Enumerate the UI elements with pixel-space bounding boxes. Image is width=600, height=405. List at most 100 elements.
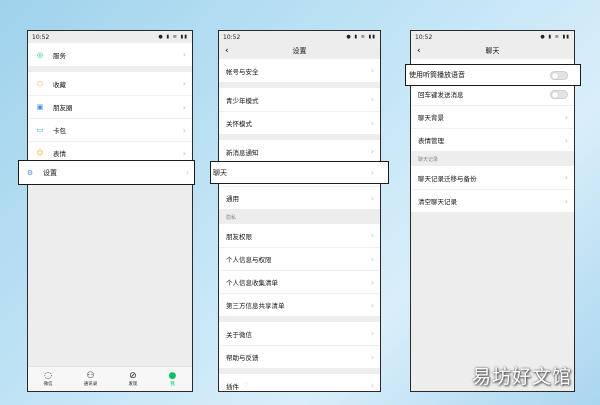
me-row-favorites[interactable]: ⬡ 收藏 › xyxy=(28,72,192,95)
chevron-right-icon: › xyxy=(185,168,189,177)
chevron-right-icon: › xyxy=(370,118,374,128)
chevron-right-icon: › xyxy=(182,102,186,112)
row-label: 通用 xyxy=(226,195,239,203)
page-title: 聊天 xyxy=(485,47,500,55)
row-label: 帮助与反馈 xyxy=(226,354,259,362)
row-label: 表情管理 xyxy=(418,137,444,145)
nav-bar: ‹ 聊天 xyxy=(411,43,574,59)
chevron-right-icon: › xyxy=(370,66,374,75)
section-header-privacy: 隐私 xyxy=(226,215,237,221)
chat-label: 聊天 xyxy=(213,168,227,177)
contacts-icon: ⚇ xyxy=(86,371,95,381)
settings-row-plugins[interactable]: 插件 ♡ › xyxy=(219,374,380,391)
tab-label: 发现 xyxy=(128,382,138,387)
service-icon: ◎ xyxy=(36,50,44,59)
status-time: 10:52 xyxy=(223,33,241,41)
row-label: 聊天记录迁移与备份 xyxy=(418,174,477,183)
row-label: 个人信息与权限 xyxy=(226,256,272,264)
chevron-right-icon: › xyxy=(370,352,374,362)
chevron-right-icon: › xyxy=(182,148,186,158)
settings-row-third-party-sharing[interactable]: 第三方信息共享清单 › xyxy=(219,293,380,316)
tab-label: 我 xyxy=(170,382,175,387)
chevron-right-icon: › xyxy=(182,79,186,88)
settings-row-chat-highlighted[interactable]: 聊天 › xyxy=(210,161,389,184)
tab-chats[interactable]: ◌ 微信 xyxy=(44,371,53,387)
row-label: 个人信息收集清单 xyxy=(226,279,278,287)
back-arrow-icon[interactable]: ‹ xyxy=(225,46,229,56)
phone-settings-screen: 10:52 ● ▮ ≋ ▮▮ ‹ 设置 帐号与安全 › 青少年模式 › 关怀模式… xyxy=(218,30,381,392)
settings-row-friend-permissions[interactable]: 朋友权限 › xyxy=(219,224,380,247)
settings-row-notifications[interactable]: 新消息通知 › xyxy=(219,140,380,163)
gear-icon: ⚙ xyxy=(26,168,34,177)
chevron-right-icon: › xyxy=(370,381,374,390)
status-icons: ● ▮ ≋ ▮▮ xyxy=(540,34,570,40)
page-title: 设置 xyxy=(292,47,307,55)
chat-row-clear-history[interactable]: 清空聊天记录 › xyxy=(411,189,574,212)
settings-row-personal-info[interactable]: 个人信息与权限 › xyxy=(219,247,380,270)
row-label: 聊天背景 xyxy=(418,114,444,122)
settings-row-account-security[interactable]: 帐号与安全 › xyxy=(219,59,380,82)
settings-row-general[interactable]: 通用 › xyxy=(219,186,380,209)
settings-label: 设置 xyxy=(43,168,57,177)
chevron-right-icon: › xyxy=(182,125,186,135)
status-icons: ● ▮ ≋ ▮▮ xyxy=(158,34,188,40)
me-row-settings-highlighted[interactable]: ⚙ 设置 › xyxy=(18,160,195,185)
chevron-right-icon: › xyxy=(182,50,186,59)
tab-me[interactable]: ● 我 xyxy=(169,371,177,387)
chevron-right-icon: › xyxy=(370,168,374,177)
chevron-right-icon: › xyxy=(564,135,568,145)
row-label: 清空聊天记录 xyxy=(418,198,457,206)
settings-row-about[interactable]: 关于微信 › xyxy=(219,322,380,345)
chevron-right-icon: › xyxy=(370,254,374,264)
chevron-right-icon: › xyxy=(564,112,568,122)
status-time: 10:52 xyxy=(32,33,50,41)
chevron-right-icon: › xyxy=(370,277,374,287)
settings-row-teen-mode[interactable]: 青少年模式 › xyxy=(219,88,380,111)
chat-row-background[interactable]: 聊天背景 › xyxy=(411,105,574,128)
chevron-right-icon: › xyxy=(370,300,374,310)
me-row-moments[interactable]: ▣ 朋友圈 › xyxy=(28,95,192,118)
row-label: 收藏 xyxy=(53,80,66,89)
chevron-right-icon: › xyxy=(564,173,568,182)
chevron-right-icon: › xyxy=(370,193,374,203)
earpiece-toggle[interactable] xyxy=(550,71,568,80)
chevron-right-icon: › xyxy=(370,95,374,104)
row-label: 帐号与安全 xyxy=(226,67,259,76)
tab-contacts[interactable]: ⚇ 通讯录 xyxy=(84,371,98,387)
me-row-service[interactable]: ◎ 服务 › xyxy=(28,43,192,66)
settings-row-info-collection[interactable]: 个人信息收集清单 › xyxy=(219,270,380,293)
heart-icon: ♡ xyxy=(243,382,249,389)
moments-icon: ▣ xyxy=(36,103,44,111)
enter-send-toggle[interactable] xyxy=(550,89,568,99)
status-bar: 10:52 ● ▮ ≋ ▮▮ xyxy=(411,31,574,43)
row-label: 朋友圈 xyxy=(53,104,73,112)
row-label: 青少年模式 xyxy=(226,96,259,105)
chat-row-history-backup[interactable]: 聊天记录迁移与备份 › xyxy=(411,166,574,189)
settings-row-help[interactable]: 帮助与反馈 › xyxy=(219,345,380,368)
row-label: 卡包 xyxy=(53,127,66,135)
row-label: 关怀模式 xyxy=(226,120,252,128)
watermark-text: 易坊好文馆 xyxy=(471,366,572,388)
row-label: 服务 xyxy=(53,51,66,60)
tab-discover[interactable]: ⊘ 发现 xyxy=(128,371,137,387)
compass-icon: ⊘ xyxy=(129,371,137,381)
section-header-chat-history: 聊天记录 xyxy=(418,157,439,163)
earpiece-label: 使用听筒播放语音 xyxy=(409,71,465,79)
me-icon: ● xyxy=(168,371,177,381)
settings-row-care-mode[interactable]: 关怀模式 › xyxy=(219,111,380,134)
tab-label: 通讯录 xyxy=(83,382,98,387)
row-label: 插件 xyxy=(226,382,239,391)
back-arrow-icon[interactable]: ‹ xyxy=(417,46,421,56)
row-label: 第三方信息共享清单 xyxy=(226,302,285,310)
me-row-card-wallet[interactable]: ▭ 卡包 › xyxy=(28,118,192,141)
chat-row-sticker-management[interactable]: 表情管理 › xyxy=(411,128,574,151)
row-label: 回车键发送消息 xyxy=(418,91,464,99)
tab-label: 微信 xyxy=(43,382,53,387)
nav-bar: ‹ 设置 xyxy=(219,43,380,59)
chevron-right-icon: › xyxy=(564,196,568,206)
chevron-right-icon: › xyxy=(370,329,374,338)
status-bar: 10:52 ● ▮ ≋ ▮▮ xyxy=(219,31,380,43)
row-label: 表情 xyxy=(53,150,66,158)
chevron-right-icon: › xyxy=(370,147,374,156)
chat-bubble-icon: ◌ xyxy=(44,371,52,381)
